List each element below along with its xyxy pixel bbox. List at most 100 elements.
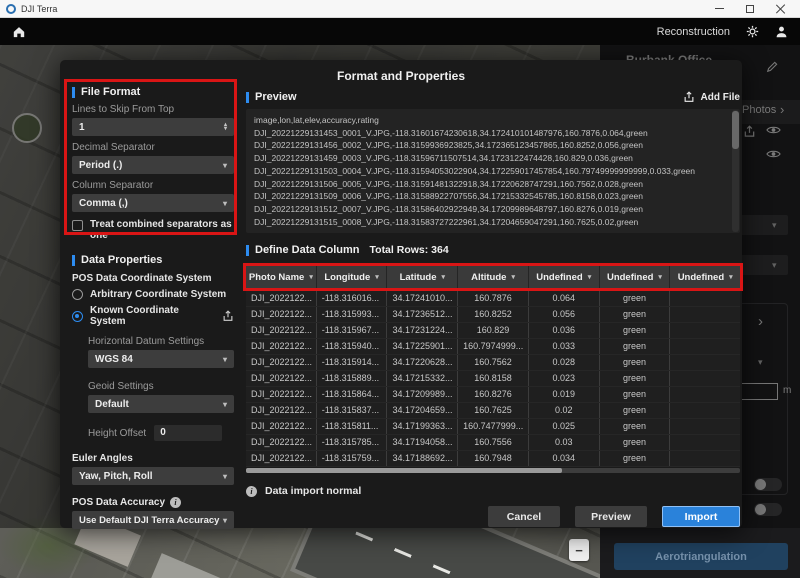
preview-line: DJI_20221229131512_0007_V.JPG,-118.31586… — [254, 203, 724, 216]
table-cell: 34.17194058... — [387, 435, 458, 450]
column-header-dropdown[interactable]: Photo Name▾ — [246, 266, 317, 288]
preview-scrollbar-thumb[interactable] — [732, 111, 739, 149]
lines-to-skip-stepper[interactable]: 1 ▴▾ — [72, 118, 234, 136]
zoom-out-button[interactable]: − — [569, 539, 589, 561]
map-buildings — [144, 553, 226, 578]
table-cell: green — [600, 387, 671, 402]
table-cell: -118.315811... — [317, 419, 388, 434]
table-cell: DJI_2022122... — [246, 387, 317, 402]
table-cell: -118.315785... — [317, 435, 388, 450]
stepper-arrows-icon[interactable]: ▴▾ — [224, 123, 227, 132]
table-cell — [670, 371, 740, 386]
total-rows-label: Total Rows: 364 — [370, 244, 449, 256]
combined-separators-checkbox[interactable] — [72, 220, 83, 231]
table-cell — [670, 435, 740, 450]
horizontal-datum-select[interactable]: WGS 84 ▾ — [88, 350, 234, 368]
column-header-label: Undefined — [678, 272, 724, 283]
table-cell: 160.7876 — [458, 291, 529, 306]
pos-accuracy-select[interactable]: Use Default DJI Terra Accuracy ▾ — [72, 511, 234, 529]
preview-line: DJI_20221229131459_0003_V.JPG,-118.31596… — [254, 152, 724, 165]
table-cell: 0.034 — [529, 451, 600, 466]
table-hscrollbar-track[interactable] — [246, 468, 740, 473]
chevron-down-icon: ▾ — [442, 273, 446, 281]
preview-section-title: Preview — [246, 91, 297, 103]
settings-gear-icon[interactable] — [746, 25, 759, 38]
pos-accuracy-label: POS Data Accuracy — [72, 497, 165, 508]
chevron-down-icon: ▾ — [375, 273, 379, 281]
column-separator-select[interactable]: Comma (,) ▾ — [72, 194, 234, 212]
top-navbar: Reconstruction — [0, 18, 800, 45]
table-cell: 160.7556 — [458, 435, 529, 450]
known-coordinate-radio[interactable] — [72, 311, 83, 322]
table-cell: -118.315993... — [317, 307, 388, 322]
table-cell — [670, 339, 740, 354]
chevron-down-icon: ▾ — [588, 273, 592, 281]
import-button[interactable]: Import — [662, 506, 740, 527]
euler-angles-value: Yaw, Pitch, Roll — [79, 471, 153, 482]
preview-line: DJI_20221229131503_0004_V.JPG,-118.31594… — [254, 165, 724, 178]
table-row: DJI_2022122...-118.316016...34.17241010.… — [246, 291, 740, 307]
column-header-dropdown[interactable]: Undefined▾ — [600, 266, 671, 288]
table-cell: -118.316016... — [317, 291, 388, 306]
column-header-dropdown[interactable]: Undefined ▾ — [529, 266, 600, 288]
column-header-dropdown[interactable]: Longitude▾ — [317, 266, 388, 288]
table-cell: 34.17199363... — [387, 419, 458, 434]
cancel-button[interactable]: Cancel — [488, 506, 560, 527]
table-cell: green — [600, 355, 671, 370]
info-icon[interactable]: i — [170, 497, 181, 508]
maximize-icon[interactable] — [746, 5, 754, 13]
table-cell: 0.028 — [529, 355, 600, 370]
app-window: DJI Terra Reconstruction − Burbank Offi — [0, 0, 800, 578]
window-title: DJI Terra — [21, 4, 57, 14]
import-coordinate-icon[interactable] — [222, 310, 234, 322]
table-cell: green — [600, 371, 671, 386]
home-icon[interactable] — [12, 25, 26, 38]
arbitrary-coordinate-radio[interactable] — [72, 289, 83, 300]
table-cell: 160.7477999... — [458, 419, 529, 434]
table-cell: 0.033 — [529, 339, 600, 354]
table-cell: 34.17209989... — [387, 387, 458, 402]
column-header-dropdown[interactable]: Undefined▾ — [670, 266, 740, 288]
decimal-separator-select[interactable]: Period (.) ▾ — [72, 156, 234, 174]
known-coordinate-label: Known Coordinate System — [90, 305, 215, 327]
table-cell: 0.064 — [529, 291, 600, 306]
table-cell: green — [600, 419, 671, 434]
info-icon: i — [246, 486, 257, 497]
preview-button[interactable]: Preview — [575, 506, 647, 527]
aerotriangulation-button[interactable]: Aerotriangulation — [614, 543, 788, 570]
table-cell: 160.8252 — [458, 307, 529, 322]
user-account-icon[interactable] — [775, 25, 788, 38]
table-row: DJI_2022122...-118.315811...34.17199363.… — [246, 419, 740, 435]
column-header-label: Latitude — [400, 272, 437, 283]
table-hscrollbar-thumb[interactable] — [246, 468, 562, 473]
table-cell: -118.315864... — [317, 387, 388, 402]
column-header-dropdown[interactable]: Altitude▾ — [458, 266, 529, 288]
table-cell: DJI_2022122... — [246, 291, 317, 306]
column-separator-value: Comma (,) — [79, 198, 128, 209]
euler-angles-label: Euler Angles — [72, 453, 234, 464]
table-cell: green — [600, 291, 671, 306]
close-icon[interactable] — [776, 4, 786, 14]
column-header-dropdown[interactable]: Latitude ▾ — [387, 266, 458, 288]
table-cell: -118.315940... — [317, 339, 388, 354]
minimize-icon[interactable] — [715, 8, 724, 10]
table-cell: green — [600, 339, 671, 354]
table-cell: green — [600, 403, 671, 418]
euler-angles-select[interactable]: Yaw, Pitch, Roll ▾ — [72, 467, 234, 485]
coordinate-system-label: POS Data Coordinate System — [72, 273, 234, 284]
geoid-settings-label: Geoid Settings — [88, 381, 234, 392]
column-header-label: Undefined — [536, 272, 582, 283]
geoid-settings-select[interactable]: Default ▾ — [88, 395, 234, 413]
lines-to-skip-value: 1 — [79, 122, 85, 133]
chevron-down-icon: ▾ — [309, 273, 313, 281]
column-header-row: Photo Name▾Longitude▾Latitude▾Altitude▾U… — [246, 266, 740, 288]
preview-line: DJI_20221229131506_0005_V.JPG,-118.31591… — [254, 178, 724, 191]
table-cell: green — [600, 435, 671, 450]
height-offset-input[interactable]: 0 — [154, 425, 222, 441]
height-offset-label: Height Offset — [88, 428, 146, 439]
preview-line: DJI_20221229131453_0001_V.JPG,-118.31601… — [254, 127, 724, 140]
preview-line: DJI_20221229131509_0006_V.JPG,-118.31588… — [254, 190, 724, 203]
table-cell: DJI_2022122... — [246, 323, 317, 338]
dialog-title: Format and Properties — [60, 69, 742, 83]
add-file-button[interactable]: Add File — [683, 91, 740, 103]
